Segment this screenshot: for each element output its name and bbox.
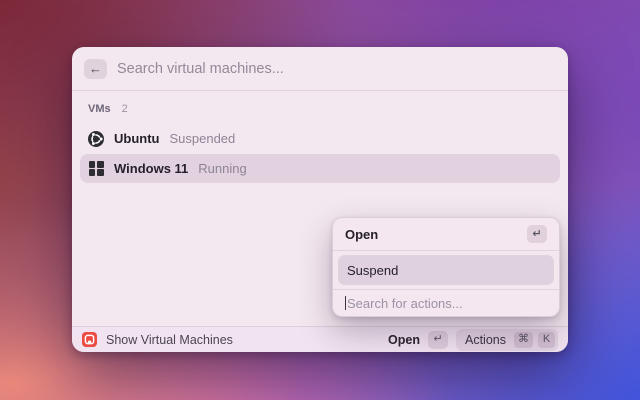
k-key-icon: K xyxy=(538,332,555,348)
actions-menu-button[interactable]: Actions ⌘ K xyxy=(456,329,558,351)
vm-row-ubuntu[interactable]: Ubuntu Suspended xyxy=(80,124,560,153)
back-button[interactable]: ← xyxy=(84,59,107,79)
action-suspend-label: Suspend xyxy=(347,263,398,278)
section-label: VMs xyxy=(88,103,111,115)
windows-logo-icon xyxy=(88,161,104,177)
vm-row-windows-11[interactable]: Windows 11 Running xyxy=(80,154,560,183)
vm-status: Running xyxy=(198,161,246,176)
action-item-open[interactable]: Open ↵ xyxy=(333,218,559,250)
search-input[interactable]: Search virtual machines... xyxy=(117,61,284,77)
ubuntu-logo-icon xyxy=(88,131,104,147)
search-bar: ← Search virtual machines... xyxy=(72,47,568,91)
command-key-icon: ⌘ xyxy=(514,332,533,348)
footer-bar: Show Virtual Machines Open ↵ Actions ⌘ K xyxy=(72,326,568,352)
action-open-label: Open xyxy=(345,227,378,242)
section-header: VMs 2 xyxy=(80,99,560,124)
footer-actions: Open ↵ Actions ⌘ K xyxy=(388,329,558,351)
action-item-suspend[interactable]: Suspend xyxy=(338,255,554,285)
extension-icon xyxy=(82,332,97,347)
vm-name: Windows 11 xyxy=(114,161,188,176)
back-arrow-icon: ← xyxy=(89,62,102,75)
vm-name: Ubuntu xyxy=(114,131,159,146)
action-search-input[interactable]: Search for actions... xyxy=(333,290,559,316)
actions-label: Actions xyxy=(465,333,506,347)
action-search-placeholder: Search for actions... xyxy=(347,296,463,311)
actions-popover: Open ↵ Suspend Search for actions... xyxy=(332,217,560,317)
return-key-icon: ↵ xyxy=(428,331,448,349)
divider xyxy=(333,250,559,251)
results-list: VMs 2 xyxy=(72,91,568,326)
command-title: Show Virtual Machines xyxy=(106,333,233,347)
return-key-icon: ↵ xyxy=(527,225,547,243)
vm-status: Suspended xyxy=(169,131,235,146)
launcher-window: ← Search virtual machines... VMs 2 xyxy=(72,47,568,352)
primary-action-label[interactable]: Open xyxy=(388,333,420,347)
text-caret xyxy=(345,296,346,310)
section-count: 2 xyxy=(122,103,128,115)
